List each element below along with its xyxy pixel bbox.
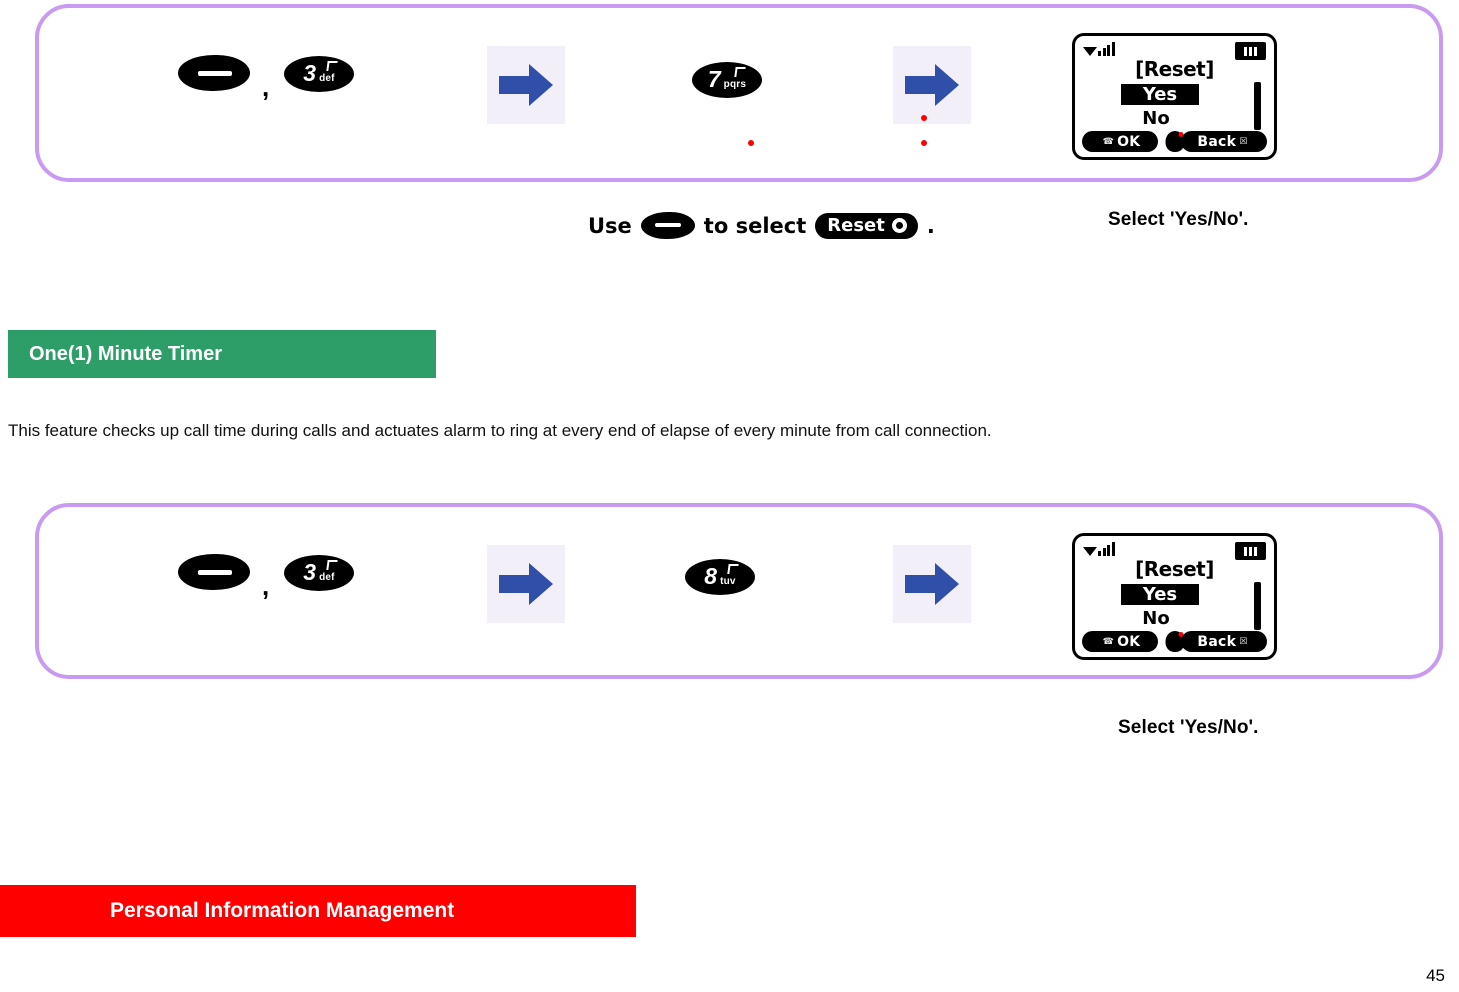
section-header-red-label: Personal Information Management xyxy=(110,899,455,922)
section-header-personal-information-management: Personal Information Management xyxy=(0,885,636,937)
right-arrow-icon-2 xyxy=(893,46,971,124)
number-key-8-letters: tuv xyxy=(720,576,736,587)
number-key-3-digit: 3 xyxy=(303,59,317,86)
signal-icon xyxy=(1083,41,1116,56)
phone-scrollbar[interactable] xyxy=(1254,82,1261,130)
number-key-3-digit: 3 xyxy=(303,558,317,585)
phone-softkey-back[interactable]: Back ☒ xyxy=(1181,131,1267,152)
number-key-3: 3 def xyxy=(284,555,354,591)
phone-end-icon: ☒ xyxy=(1239,636,1248,647)
signal-icon xyxy=(1083,541,1116,556)
right-arrow-icon-4 xyxy=(893,545,971,623)
section-header-green-label: One(1) Minute Timer xyxy=(29,342,222,365)
caption-use-prefix: Use xyxy=(588,213,632,238)
number-key-3-tick-icon xyxy=(326,560,338,570)
phone-softkey-bar: ☎ OK Back ☒ xyxy=(1080,131,1269,153)
phone-call-icon: ☎ xyxy=(1102,136,1115,147)
nav-key-icon xyxy=(178,55,250,91)
phone-screen-2: [Reset] Yes No ☎ OK Back ☒ xyxy=(1072,533,1277,660)
number-key-7: 7 pqrs xyxy=(692,62,762,98)
phone-screen-1: [Reset] Yes No ☎ OK Back ☒ xyxy=(1072,33,1277,160)
number-key-8: 8 tuv xyxy=(685,559,755,595)
page-number: 45 xyxy=(1426,966,1445,985)
reset-badge-label: Reset xyxy=(827,214,885,236)
number-key-7-digit: 7 xyxy=(707,65,721,92)
phone-call-icon: ☎ xyxy=(1102,636,1115,647)
red-dot-marker xyxy=(748,140,754,146)
right-arrow-icon-3 xyxy=(487,545,565,623)
caption-use-to-select: Use to select Reset . xyxy=(588,212,935,239)
caption-use-suffix: . xyxy=(926,213,935,238)
phone-status-bar xyxy=(1083,40,1266,60)
phone-option-yes[interactable]: Yes xyxy=(1121,84,1199,105)
phone-option-yes[interactable]: Yes xyxy=(1121,584,1199,605)
inline-nav-key-icon xyxy=(640,212,695,239)
red-dot-marker xyxy=(921,115,927,121)
phone-softkey-ok[interactable]: ☎ OK xyxy=(1082,631,1158,652)
section-header-one-minute-timer: One(1) Minute Timer xyxy=(8,330,436,378)
number-key-8-digit: 8 xyxy=(704,562,718,589)
key-separator-comma: , xyxy=(262,571,270,601)
phone-end-icon: ☒ xyxy=(1239,136,1248,147)
number-key-8-tick-icon xyxy=(727,564,739,574)
phone-softkey-back[interactable]: Back ☒ xyxy=(1181,631,1267,652)
number-key-3: 3 def xyxy=(284,56,354,92)
number-key-3-letters: def xyxy=(319,73,335,84)
phone-option-no[interactable]: No xyxy=(1125,608,1187,629)
phone-screen-title: [Reset] xyxy=(1135,557,1214,581)
number-key-7-letters: pqrs xyxy=(723,79,747,90)
caption-select-yes-no-1: Select 'Yes/No'. xyxy=(1108,209,1249,230)
red-dot-marker xyxy=(921,140,927,146)
phone-scrollbar[interactable] xyxy=(1254,582,1261,630)
reset-badge: Reset xyxy=(815,212,918,239)
number-key-3-tick-icon xyxy=(326,61,338,71)
phone-screen-title: [Reset] xyxy=(1135,57,1214,81)
phone-softkey-ok[interactable]: ☎ OK xyxy=(1082,131,1158,152)
nav-key-icon xyxy=(178,554,250,590)
number-key-7-tick-icon xyxy=(734,67,746,77)
key-separator-comma: , xyxy=(262,72,270,102)
phone-status-bar xyxy=(1083,540,1266,560)
phone-softkey-bar: ☎ OK Back ☒ xyxy=(1080,631,1269,653)
caption-select-yes-no-2: Select 'Yes/No'. xyxy=(1118,717,1259,738)
right-arrow-icon-1 xyxy=(487,46,565,124)
reset-badge-ring-icon xyxy=(891,217,907,233)
nav-key-bar xyxy=(198,70,232,76)
nav-key-bar xyxy=(198,569,232,575)
number-key-3-letters: def xyxy=(319,572,335,583)
phone-option-no[interactable]: No xyxy=(1125,108,1187,129)
caption-use-middle: to select xyxy=(703,213,807,238)
feature-description-text: This feature checks up call time during … xyxy=(8,421,992,440)
